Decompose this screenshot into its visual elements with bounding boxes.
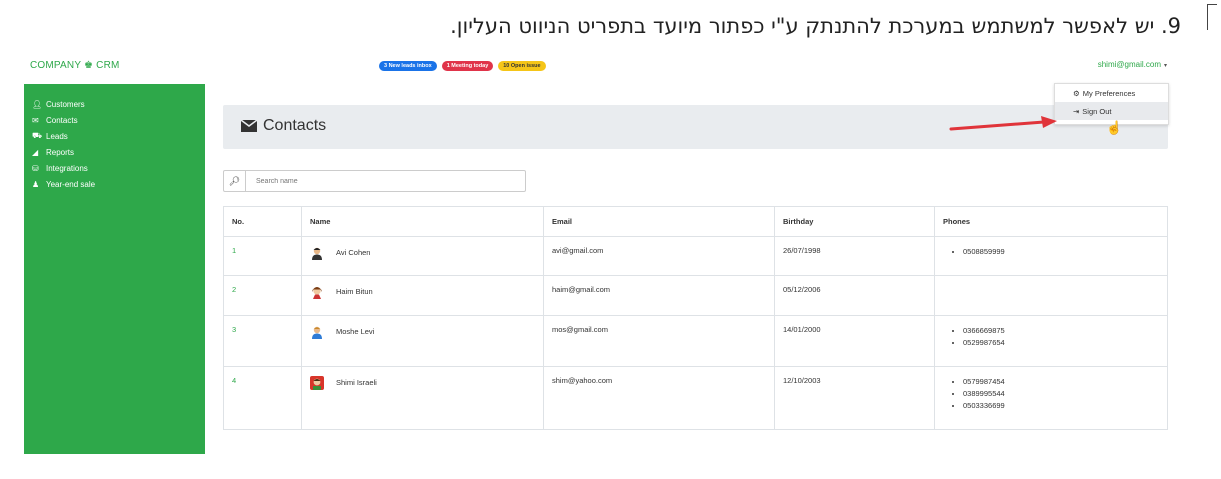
name-cell: Haim Bitun (301, 275, 544, 316)
name-cell: Shimi Israeli (301, 366, 544, 430)
table-row[interactable]: 2 Haim Bitun haim@gmail.com 05/12/2006 (223, 275, 1168, 316)
user-dropdown-menu: ⚙ My Preferences ⇥ Sign Out (1054, 83, 1169, 125)
sign-out-icon: ⇥ (1073, 106, 1080, 116)
contacts-table: No. Name Email Birthday Phones 1 Avi Coh… (223, 206, 1168, 430)
row-number: 2 (223, 275, 302, 316)
page-title-text: Contacts (263, 117, 327, 134)
user-icon: 👤︎ (32, 99, 43, 109)
notification-badges: 3 New leads inbox 1 Meeting today 10 Ope… (379, 61, 546, 71)
cart-icon: ⛟ (32, 131, 43, 140)
page-title: Contacts (241, 117, 326, 135)
hand-cursor-icon: ☝ (1106, 120, 1123, 135)
avatar (312, 287, 322, 299)
phone-item: 0366669875 (963, 325, 1159, 337)
birthday-cell: 12/10/2003 (774, 366, 935, 430)
search-box: 🔎︎ (223, 170, 526, 192)
badge-new-leads[interactable]: 3 New leads inbox (379, 61, 437, 71)
menu-item-sign-out[interactable]: ⇥ Sign Out (1055, 102, 1168, 120)
sidebar-item-contacts[interactable]: ✉ Contacts (24, 112, 205, 128)
email-cell: haim@gmail.com (543, 275, 775, 316)
avatar (310, 376, 324, 390)
brand-logo[interactable]: COMPANY ♚ CRM (30, 60, 120, 71)
sidebar-item-label: Reports (46, 147, 75, 157)
avatar (312, 326, 322, 339)
email-cell: mos@gmail.com (543, 315, 775, 367)
table-row[interactable]: 1 Avi Cohen avi@gmail.com 26/07/1998 050… (223, 236, 1168, 276)
column-header[interactable]: Email (543, 206, 775, 237)
sidebar-item-leads[interactable]: ⛟ Leads (24, 128, 205, 144)
sidebar-item-integrations[interactable]: ⛁ Integrations (24, 160, 205, 176)
search-icon[interactable]: 🔎︎ (224, 171, 246, 191)
avatar (312, 247, 322, 260)
badge-meetings[interactable]: 1 Meeting today (441, 61, 494, 71)
contact-name: Haim Bitun (336, 286, 373, 296)
birthday-cell: 26/07/1998 (774, 236, 935, 276)
phones-cell (934, 275, 1168, 316)
column-header[interactable]: No. (223, 206, 302, 237)
phone-item: 0508859999 (963, 246, 1159, 258)
birthday-cell: 05/12/2006 (774, 275, 935, 316)
menu-item-preferences[interactable]: ⚙ My Preferences (1055, 84, 1168, 102)
sidebar-item-label: Leads (46, 131, 68, 141)
contact-name: Avi Cohen (336, 247, 371, 257)
sidebar-item-reports[interactable]: ◢ Reports (24, 144, 205, 160)
table-header-row: No. Name Email Birthday Phones (223, 206, 1168, 237)
sidebar-item-year-end-sale[interactable]: ♟ Year-end sale (24, 176, 205, 192)
caret-down-icon: ▾ (1163, 63, 1167, 69)
column-header[interactable]: Birthday (774, 206, 935, 237)
phones-cell: 03666698750529987654 (934, 315, 1168, 367)
search-input[interactable] (246, 172, 516, 190)
email-cell: shim@yahoo.com (543, 366, 775, 430)
sidebar-item-label: Contacts (46, 115, 78, 125)
birthday-cell: 14/01/2000 (774, 315, 935, 367)
signal-icon: ◢ (32, 147, 39, 157)
envelope-icon: ✉ (32, 115, 39, 125)
table-row[interactable]: 3 Moshe Levi mos@gmail.com 14/01/2000 03… (223, 315, 1168, 367)
menu-item-label: My Preferences (1082, 88, 1136, 98)
column-header[interactable]: Name (301, 206, 544, 237)
user-email: shimi@gmail.com (1097, 60, 1161, 69)
user-dropdown-toggle[interactable]: shimi@gmail.com ▾ (1098, 60, 1167, 69)
instruction-caption: 9. יש לאפשר למשתמש במערכת להתנתק ע"י כפת… (450, 14, 1181, 38)
annotation-arrow (949, 116, 1057, 131)
name-cell: Moshe Levi (301, 315, 544, 367)
database-icon: ⛁ (32, 163, 39, 173)
phones-cell: 057998745403899955440503336699 (934, 366, 1168, 430)
phone-item: 0529987654 (963, 337, 1159, 349)
sidebar-item-label: Customers (46, 99, 85, 109)
caption-corner-mark (1207, 4, 1217, 30)
sidebar-item-label: Year-end sale (46, 179, 96, 189)
row-number: 3 (223, 315, 302, 367)
email-cell: avi@gmail.com (543, 236, 775, 276)
table-row[interactable]: 4 Shimi Israeli shim@yahoo.com 12/10/200… (223, 366, 1168, 430)
phone-item: 0389995544 (963, 388, 1159, 400)
bell-icon: ♟ (32, 179, 40, 189)
row-number: 1 (223, 236, 302, 276)
contact-name: Shimi Israeli (336, 377, 377, 387)
badge-open-issues[interactable]: 10 Open issue (498, 61, 546, 71)
sidebar: 👤︎ Customers ✉ Contacts ⛟ Leads ◢ Reports ⛁ I… (24, 84, 205, 454)
contact-name: Moshe Levi (336, 326, 375, 336)
gear-icon: ⚙ (1073, 88, 1080, 98)
crm-screenshot: COMPANY ♚ CRM 3 New leads inbox 1 Meetin… (24, 54, 1174, 454)
sidebar-item-customers[interactable]: 👤︎ Customers (24, 96, 205, 112)
column-header[interactable]: Phones (934, 206, 1168, 237)
name-cell: Avi Cohen (301, 236, 544, 276)
phones-cell: 0508859999 (934, 236, 1168, 276)
menu-item-label: Sign Out (1082, 106, 1112, 116)
phone-item: 0579987454 (963, 376, 1159, 388)
phone-item: 0503336699 (963, 400, 1159, 412)
sidebar-item-label: Integrations (46, 163, 88, 173)
envelope-icon (241, 120, 257, 132)
row-number: 4 (223, 366, 302, 430)
